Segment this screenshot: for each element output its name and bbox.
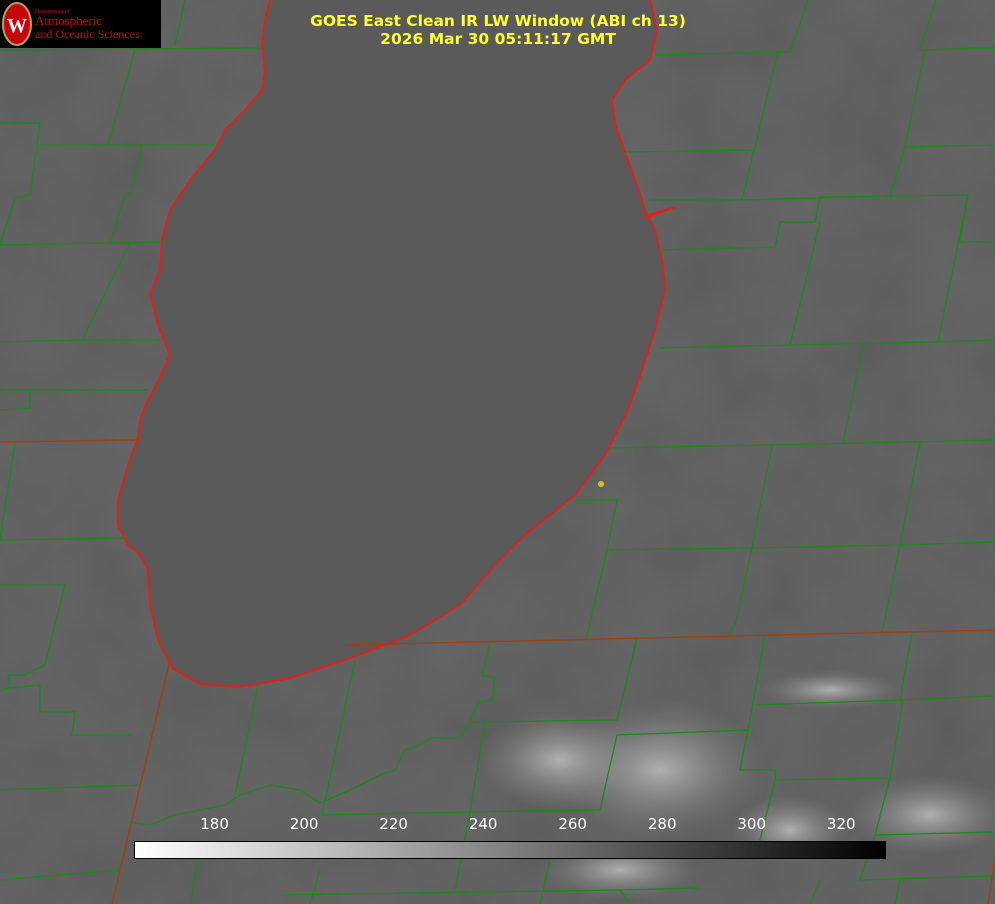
colorbar-tick-label: 240 — [468, 815, 498, 833]
colorbar-tick-label: 180 — [200, 815, 229, 833]
colorbar-ticks: 180 200 220 240 260 280 300 320 — [0, 0, 995, 904]
colorbar-tick-label: 220 — [379, 815, 408, 833]
colorbar-tick-label: 320 — [826, 815, 856, 833]
colorbar-tick-label: 280 — [647, 815, 677, 833]
colorbar-tick-label: 300 — [737, 815, 767, 833]
colorbar-tick-label: 260 — [558, 815, 587, 833]
colorbar — [134, 841, 886, 859]
colorbar-tick-label: 200 — [289, 815, 319, 833]
